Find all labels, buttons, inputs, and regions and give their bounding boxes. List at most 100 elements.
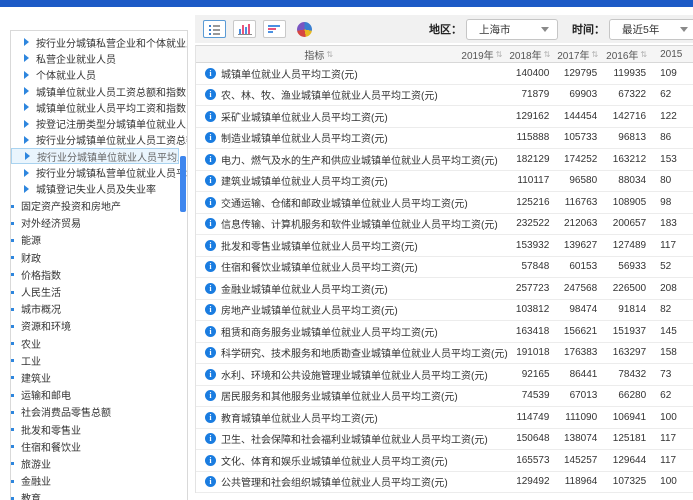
- table-row[interactable]: i 城镇单位就业人员平均工资(元) 140400 129795 119935 1…: [196, 63, 693, 85]
- info-icon[interactable]: i: [205, 283, 216, 294]
- value-2017: 174252: [552, 154, 600, 165]
- sidebar-item[interactable]: 城镇单位就业人员工资总额和指数: [11, 83, 187, 99]
- sidebar-item-label: 私营企业就业人员: [36, 51, 116, 66]
- info-icon[interactable]: i: [205, 326, 216, 337]
- sort-icon[interactable]: ⇅: [544, 50, 551, 59]
- table-header-cell[interactable]: 2018年 ⇅: [503, 46, 551, 62]
- sidebar-item[interactable]: 批发和零售业: [11, 420, 187, 437]
- sort-icon[interactable]: ⇅: [591, 50, 598, 59]
- sort-icon[interactable]: ⇅: [640, 50, 647, 59]
- table-row[interactable]: i 教育城镇单位就业人员平均工资(元) 114749 111090 106941…: [196, 407, 693, 429]
- sidebar-item[interactable]: 人民生活: [11, 283, 187, 300]
- table-row[interactable]: i 文化、体育和娱乐业城镇单位就业人员平均工资(元) 165573 145257…: [196, 450, 693, 472]
- info-icon[interactable]: i: [205, 412, 216, 423]
- table-row[interactable]: i 房地产业城镇单位就业人员平均工资(元) 103812 98474 91814…: [196, 300, 693, 322]
- table-row[interactable]: i 住宿和餐饮业城镇单位就业人员平均工资(元) 57848 60153 5693…: [196, 257, 693, 279]
- sidebar-item[interactable]: 城市概况: [11, 300, 187, 317]
- info-icon[interactable]: i: [205, 261, 216, 272]
- table-row[interactable]: i 农、林、牧、渔业城镇单位就业人员平均工资(元) 71879 69903 67…: [196, 85, 693, 107]
- table-header-cell[interactable]: 2016年 ⇅: [599, 46, 648, 62]
- sidebar-item[interactable]: 按行业分城镇私营单位就业人员平均工资: [11, 164, 187, 180]
- table-row[interactable]: i 交通运输、仓储和邮政业城镇单位就业人员平均工资(元) 125216 1167…: [196, 192, 693, 214]
- sidebar-item[interactable]: 金融业: [11, 472, 187, 489]
- sidebar-item[interactable]: 对外经济贸易: [11, 214, 187, 231]
- sort-icon[interactable]: ⇅: [496, 50, 503, 59]
- sidebar-item[interactable]: 建筑业: [11, 369, 187, 386]
- time-select[interactable]: 最近5年: [609, 19, 693, 40]
- category-sidebar: 按行业分城镇私营企业和个体就业人员 私营企业就业人员 个体就业人员 城镇单位就业…: [10, 30, 188, 500]
- info-icon[interactable]: i: [205, 476, 216, 487]
- table-row[interactable]: i 建筑业城镇单位就业人员平均工资(元) 110117 96580 88034 …: [196, 171, 693, 193]
- info-icon[interactable]: i: [205, 175, 216, 186]
- info-icon[interactable]: i: [205, 433, 216, 444]
- info-icon[interactable]: i: [205, 369, 216, 380]
- sidebar-item[interactable]: 住宿和餐饮业: [11, 438, 187, 455]
- sidebar-item[interactable]: 资源和环境: [11, 317, 187, 334]
- bar-chart-view-button[interactable]: [233, 20, 256, 38]
- info-icon[interactable]: i: [205, 111, 216, 122]
- table-row[interactable]: i 采矿业城镇单位就业人员平均工资(元) 129162 144454 14271…: [196, 106, 693, 128]
- table-row[interactable]: i 电力、燃气及水的生产和供应业城镇单位就业人员平均工资(元) 182129 1…: [196, 149, 693, 171]
- info-icon[interactable]: i: [205, 89, 216, 100]
- indicator-label: 房地产业城镇单位就业人员平均工资(元): [221, 302, 398, 317]
- sidebar-item[interactable]: 城镇登记失业人员及失业率: [11, 181, 187, 197]
- sidebar-item[interactable]: 按行业分城镇单位就业人员工资总额: [11, 132, 187, 148]
- sidebar-item[interactable]: 教育: [11, 489, 187, 500]
- table-row[interactable]: i 金融业城镇单位就业人员平均工资(元) 257723 247568 22650…: [196, 278, 693, 300]
- table-row[interactable]: i 公共管理和社会组织城镇单位就业人员平均工资(元) 129492 118964…: [196, 472, 693, 494]
- table-header-cell[interactable]: 2017年 ⇅: [551, 46, 599, 62]
- sidebar-item[interactable]: 按行业分城镇私营企业和个体就业人员: [11, 34, 187, 50]
- sidebar-item[interactable]: 固定资产投资和房地产: [11, 197, 187, 214]
- indicator-label: 电力、燃气及水的生产和供应业城镇单位就业人员平均工资(元): [221, 152, 498, 167]
- sidebar-item[interactable]: 农业: [11, 334, 187, 351]
- sidebar-item[interactable]: 按行业分城镇单位就业人员平均工资: [11, 148, 179, 164]
- info-icon[interactable]: i: [205, 240, 216, 251]
- data-table: 指标 ⇅ 2019年 ⇅ 2018年 ⇅ 2017年 ⇅ 2016年 ⇅ 201…: [195, 45, 693, 493]
- hbar-chart-view-button[interactable]: [263, 20, 286, 38]
- sidebar-item[interactable]: 城镇单位就业人员平均工资和指数: [11, 99, 187, 115]
- sidebar-item[interactable]: 个体就业人员: [11, 67, 187, 83]
- table-header-cell[interactable]: 2019年 ⇅: [442, 46, 504, 62]
- info-icon[interactable]: i: [205, 68, 216, 79]
- table-row[interactable]: i 制造业城镇单位就业人员平均工资(元) 115888 105733 96813…: [196, 128, 693, 150]
- info-icon[interactable]: i: [205, 455, 216, 466]
- table-header-cell[interactable]: 指标 ⇅: [196, 46, 442, 62]
- sidebar-item-label: 工业: [21, 353, 41, 368]
- info-icon[interactable]: i: [205, 347, 216, 358]
- pie-chart-view-button[interactable]: [293, 20, 316, 38]
- value-2018: 257723: [503, 283, 551, 294]
- sidebar-item[interactable]: 财政: [11, 249, 187, 266]
- sidebar-item[interactable]: 价格指数: [11, 266, 187, 283]
- sidebar-item[interactable]: 工业: [11, 352, 187, 369]
- sidebar-item[interactable]: 社会消费品零售总额: [11, 403, 187, 420]
- value-2016: 142716: [599, 111, 648, 122]
- indicator-label: 批发和零售业城镇单位就业人员平均工资(元): [221, 238, 418, 253]
- sidebar-scrollbar-thumb[interactable]: [180, 156, 186, 212]
- sidebar-item-list: 按行业分城镇私营企业和个体就业人员 私营企业就业人员 个体就业人员 城镇单位就业…: [11, 34, 187, 500]
- region-select[interactable]: 上海市: [466, 19, 558, 40]
- info-icon[interactable]: i: [205, 304, 216, 315]
- table-row[interactable]: i 租赁和商务服务业城镇单位就业人员平均工资(元) 163418 156621 …: [196, 321, 693, 343]
- sidebar-item[interactable]: 按登记注册类型分城镇单位就业人员平均工: [11, 115, 187, 131]
- sidebar-item[interactable]: 旅游业: [11, 455, 187, 472]
- list-view-button[interactable]: [203, 20, 226, 38]
- info-icon[interactable]: i: [205, 132, 216, 143]
- region-value: 上海市: [479, 22, 511, 37]
- table-row[interactable]: i 居民服务和其他服务业城镇单位就业人员平均工资(元) 74539 67013 …: [196, 386, 693, 408]
- sidebar-item[interactable]: 私营企业就业人员: [11, 50, 187, 66]
- bullet-icon: [11, 205, 14, 208]
- table-row[interactable]: i 卫生、社会保障和社会福利业城镇单位就业人员平均工资(元) 150648 13…: [196, 429, 693, 451]
- value-2018: 191018: [504, 347, 552, 358]
- sidebar-item[interactable]: 运输和邮电: [11, 386, 187, 403]
- sidebar-item[interactable]: 能源: [11, 231, 187, 248]
- info-icon[interactable]: i: [205, 218, 216, 229]
- info-icon[interactable]: i: [205, 390, 216, 401]
- table-row[interactable]: i 信息传输、计算机服务和软件业城镇单位就业人员平均工资(元) 232522 2…: [196, 214, 693, 236]
- sort-icon[interactable]: ⇅: [326, 50, 333, 59]
- info-icon[interactable]: i: [205, 154, 216, 165]
- table-row[interactable]: i 批发和零售业城镇单位就业人员平均工资(元) 153932 139627 12…: [196, 235, 693, 257]
- info-icon[interactable]: i: [205, 197, 216, 208]
- table-row[interactable]: i 水利、环境和公共设施管理业城镇单位就业人员平均工资(元) 92165 864…: [196, 364, 693, 386]
- table-header-cell[interactable]: 2015: [648, 46, 693, 62]
- table-row[interactable]: i 科学研究、技术服务和地质勘查业城镇单位就业人员平均工资(元) 191018 …: [196, 343, 693, 365]
